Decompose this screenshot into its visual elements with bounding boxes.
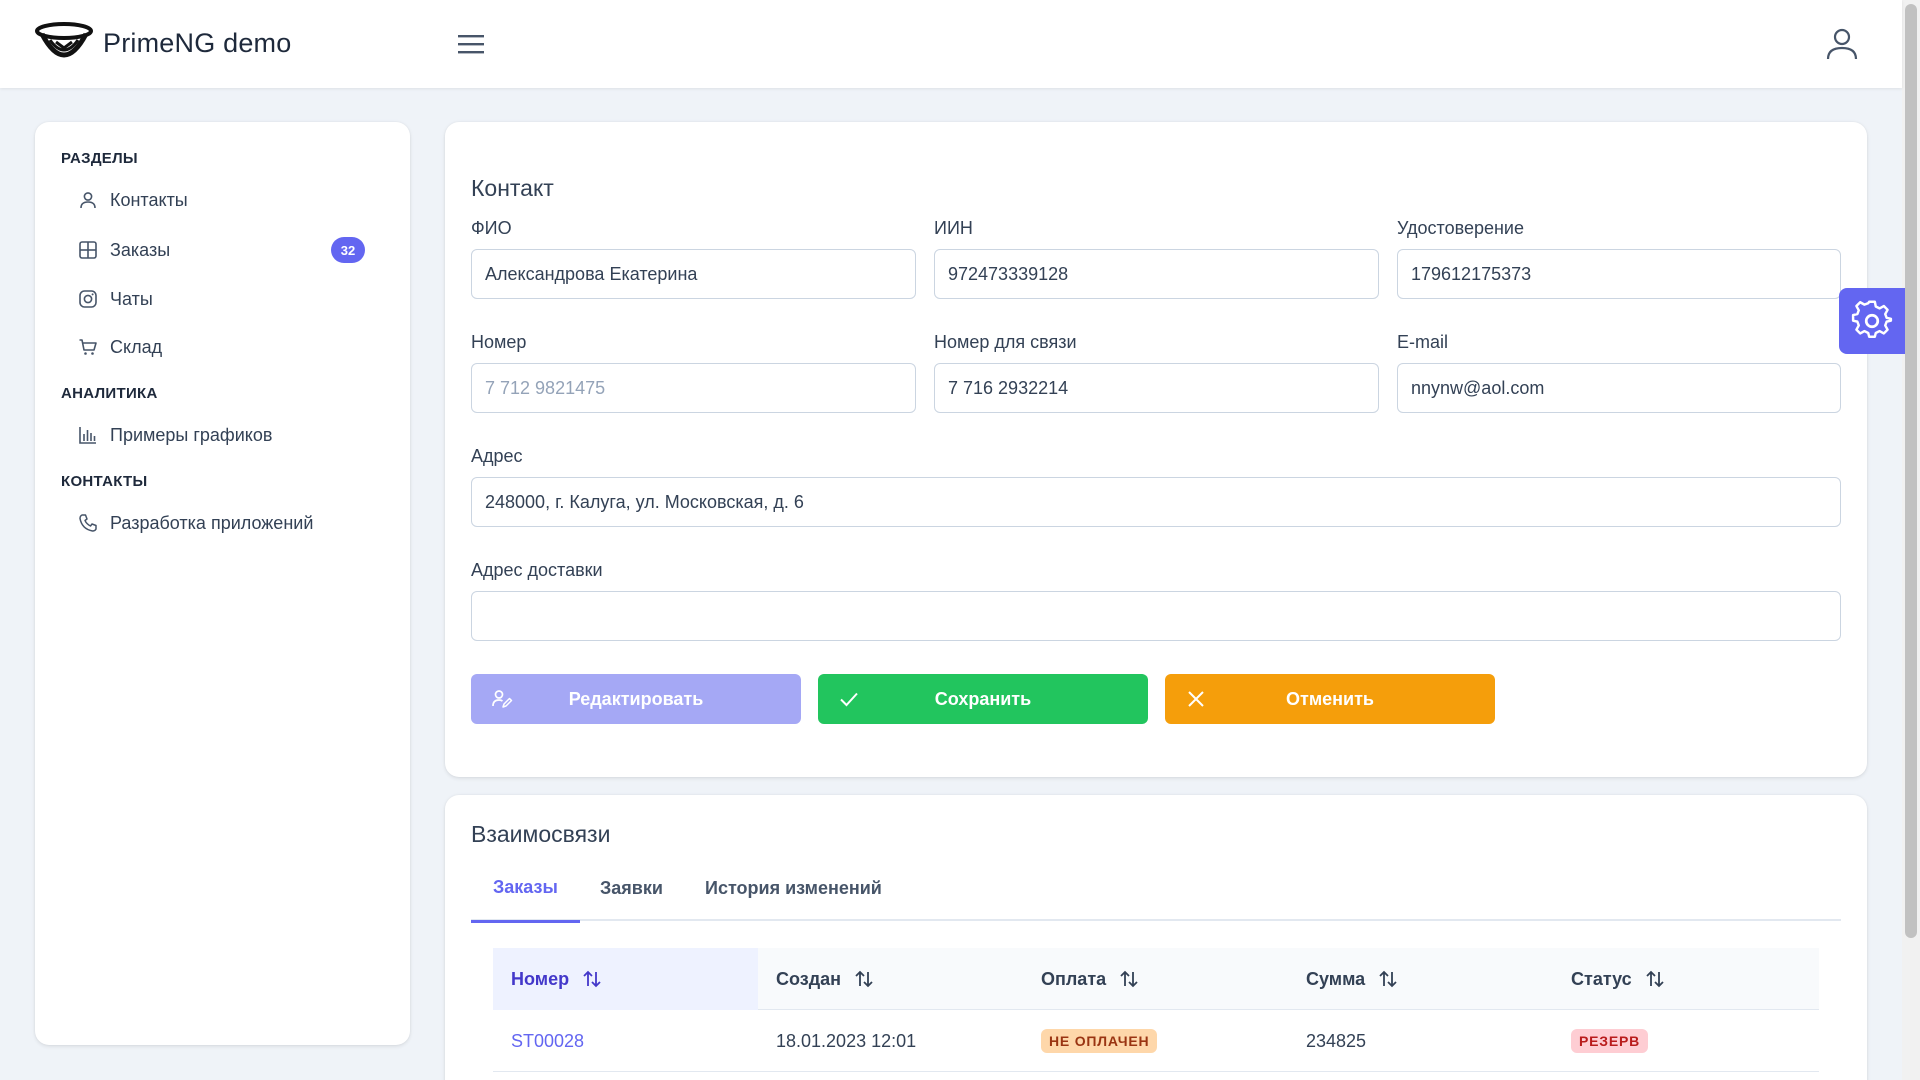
column-header-label: Статус: [1571, 968, 1632, 989]
iin-label: ИИН: [934, 218, 973, 238]
table-row: ST00028 18.01.2023 12:01 НЕ ОПЛАЧЕН 2348…: [493, 1010, 1819, 1072]
user-icon: [78, 190, 98, 210]
contact-number-field[interactable]: [934, 363, 1379, 413]
delivery-address-label: Адрес доставки: [471, 560, 603, 580]
save-button[interactable]: Сохранить: [818, 674, 1148, 724]
payment-status-badge: НЕ ОПЛАЧЕН: [1041, 1029, 1158, 1053]
check-icon: [840, 692, 858, 707]
order-payment-cell: НЕ ОПЛАЧЕН: [1023, 1010, 1288, 1072]
tab-requests[interactable]: Заявки: [600, 855, 663, 921]
topbar: PrimeNG demo: [0, 0, 1902, 88]
page-scrollbar[interactable]: [1902, 0, 1920, 1080]
contact-title: Контакт: [471, 175, 554, 201]
delivery-address-field[interactable]: [471, 591, 1841, 641]
edit-button-label: Редактировать: [568, 688, 704, 709]
sort-icon: [583, 970, 601, 988]
sort-icon: [1120, 970, 1138, 988]
config-gear-button[interactable]: [1839, 288, 1905, 354]
id-card-field[interactable]: [1397, 249, 1841, 299]
column-header-created[interactable]: Создан: [758, 948, 1023, 1010]
cancel-button-label: Отменить: [1286, 688, 1374, 709]
sidebar-item-chats[interactable]: Чаты: [78, 279, 378, 319]
column-header-sum[interactable]: Сумма: [1288, 948, 1553, 1010]
sidebar-item-label: Контакты: [110, 189, 188, 210]
fio-field[interactable]: [471, 249, 916, 299]
address-field[interactable]: [471, 477, 1841, 527]
table-icon: [78, 240, 98, 260]
relations-title: Взаимосвязи: [471, 821, 611, 847]
sort-icon: [855, 970, 873, 988]
sidebar-section-title: КОНТАКТЫ: [61, 473, 148, 490]
order-sum-cell: 234825: [1306, 1030, 1367, 1051]
gear-icon: [1851, 300, 1893, 338]
id-card-label: Удостоверение: [1397, 218, 1524, 238]
cancel-button[interactable]: Отменить: [1165, 674, 1495, 724]
sidebar-item-label: Разработка приложений: [110, 512, 314, 533]
column-header-label: Сумма: [1306, 968, 1366, 989]
order-status-cell: РЕЗЕРВ: [1553, 1010, 1819, 1072]
save-button-label: Сохранить: [934, 688, 1032, 709]
sidebar-item-chart-examples[interactable]: Примеры графиков: [78, 415, 378, 455]
email-field[interactable]: [1397, 363, 1841, 413]
sort-icon: [1646, 970, 1664, 988]
tab-orders[interactable]: Заказы: [471, 855, 580, 923]
column-header-number[interactable]: Номер: [493, 948, 758, 1010]
sidebar-item-contacts[interactable]: Контакты: [78, 180, 378, 220]
user-edit-icon: [492, 690, 513, 708]
sidebar-section-title: РАЗДЕЛЫ: [61, 150, 138, 167]
orders-table: Номер Создан Оплата Сумма Статус ST00028…: [493, 948, 1819, 1072]
number-label: Номер: [471, 332, 527, 352]
column-header-status[interactable]: Статус: [1553, 948, 1819, 1010]
hamburger-menu-icon[interactable]: [452, 28, 490, 60]
column-header-label: Номер: [511, 968, 570, 989]
fio-label: ФИО: [471, 218, 512, 238]
sort-icon: [1379, 970, 1397, 988]
chart-bar-icon: [78, 425, 98, 445]
brand-title: PrimeNG demo: [103, 28, 292, 58]
address-label: Адрес: [471, 446, 523, 466]
user-profile-icon[interactable]: [1822, 24, 1862, 64]
sidebar-item-label: Примеры графиков: [110, 424, 273, 445]
sidebar-item-label: Чаты: [110, 288, 153, 309]
order-number-cell: ST00028: [493, 1010, 758, 1072]
iin-field[interactable]: [934, 249, 1379, 299]
number-field[interactable]: [471, 363, 916, 413]
cart-icon: [78, 337, 98, 357]
column-header-label: Оплата: [1041, 968, 1107, 989]
instagram-icon: [78, 289, 98, 309]
sidebar-item-label: Склад: [110, 336, 163, 357]
column-header-payment[interactable]: Оплата: [1023, 948, 1288, 1010]
column-header-label: Создан: [776, 968, 842, 989]
orders-count-badge: 32: [331, 237, 365, 263]
close-icon: [1188, 691, 1204, 707]
logo-icon: [35, 22, 93, 58]
order-created-cell: 18.01.2023 12:01: [776, 1030, 917, 1051]
order-number-link[interactable]: ST00028: [511, 1031, 584, 1052]
contact-number-label: Номер для связи: [934, 332, 1077, 352]
sidebar-item-label: Заказы: [110, 239, 171, 260]
relations-card: Взаимосвязи Заказы Заявки История измене…: [445, 795, 1867, 1080]
order-status-badge: РЕЗЕРВ: [1571, 1029, 1649, 1053]
tab-change-history[interactable]: История изменений: [705, 855, 882, 921]
contact-card: Контакт ФИО ИИН Удостоверение Номер Номе…: [445, 122, 1867, 777]
sidebar: РАЗДЕЛЫ Контакты Заказы 32 Чаты Склад АН…: [35, 122, 410, 1045]
email-label: E-mail: [1397, 332, 1449, 352]
edit-button[interactable]: Редактировать: [471, 674, 801, 724]
sidebar-item-app-development[interactable]: Разработка приложений: [78, 503, 378, 543]
table-header: Номер Создан Оплата Сумма Статус: [493, 948, 1819, 1010]
sidebar-section-title: АНАЛИТИКА: [61, 385, 158, 402]
relations-tabs: Заказы Заявки История изменений: [471, 855, 1841, 923]
phone-icon: [78, 513, 98, 533]
scrollbar-thumb[interactable]: [1905, 4, 1917, 938]
sidebar-item-warehouse[interactable]: Склад: [78, 327, 378, 367]
